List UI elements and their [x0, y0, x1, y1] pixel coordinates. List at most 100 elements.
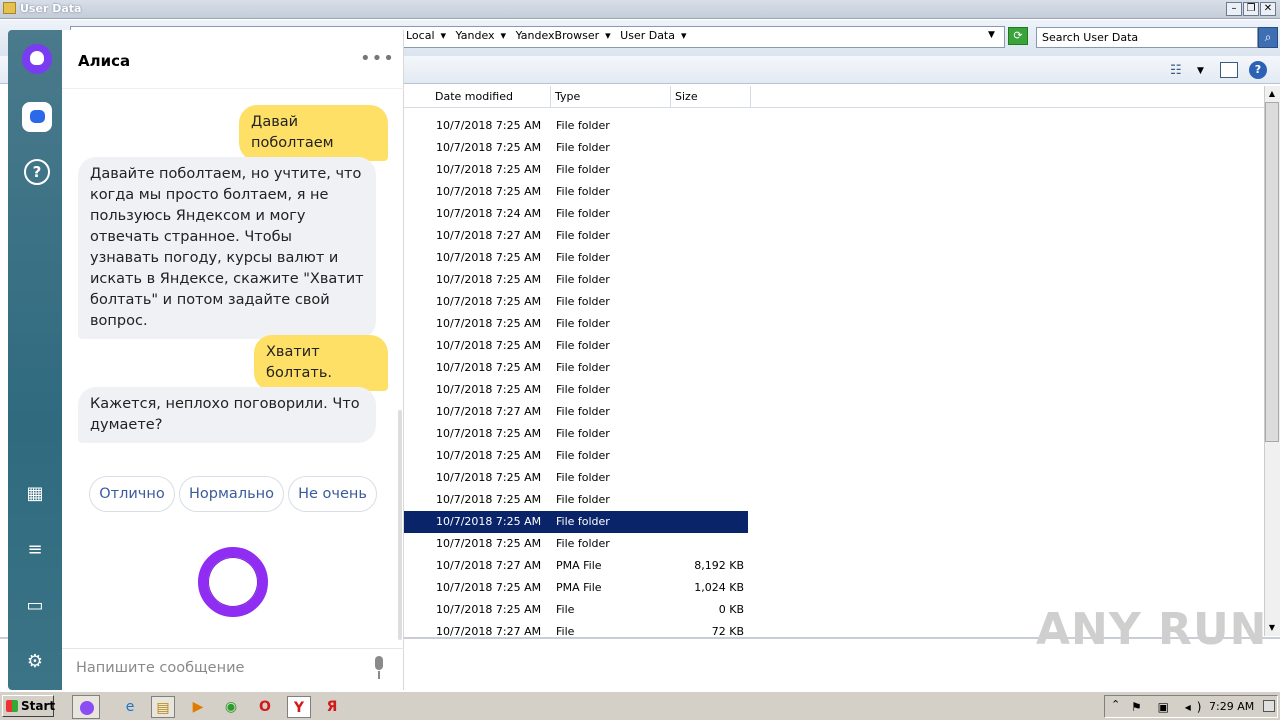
- table-row[interactable]: 10/7/2018 7:24 AM File folder: [404, 203, 748, 225]
- column-date-modified[interactable]: Date modified: [431, 86, 551, 108]
- help-icon[interactable]: ?: [1249, 61, 1267, 79]
- table-row[interactable]: 10/7/2018 7:25 AM File folder: [404, 247, 748, 269]
- cell-date: 10/7/2018 7:25 AM: [436, 251, 542, 264]
- restore-button[interactable]: ❐: [1243, 2, 1259, 16]
- table-row[interactable]: 10/7/2018 7:25 AM File folder: [404, 335, 748, 357]
- more-options-icon[interactable]: •••: [360, 48, 395, 69]
- help-circle-icon[interactable]: ?: [24, 159, 50, 185]
- media-player-icon[interactable]: ▶: [186, 696, 210, 718]
- start-button[interactable]: Start: [2, 695, 55, 717]
- suggestion-chip-not-good[interactable]: Не очень: [288, 476, 377, 512]
- opera-icon[interactable]: O: [253, 696, 277, 718]
- cell-date: 10/7/2018 7:25 AM: [436, 581, 542, 594]
- cell-type: File folder: [556, 119, 610, 132]
- column-size[interactable]: Size: [671, 86, 751, 108]
- yandex-icon[interactable]: Я: [320, 696, 344, 718]
- table-row[interactable]: 10/7/2018 7:27 AM File folder: [404, 225, 748, 247]
- preview-pane-icon[interactable]: [1220, 62, 1238, 78]
- user-message: Давай поболтаем: [239, 105, 388, 161]
- table-row[interactable]: 10/7/2018 7:25 AM File folder: [404, 159, 748, 181]
- ie-icon[interactable]: e: [118, 696, 142, 718]
- table-row[interactable]: 10/7/2018 7:25 AM File folder: [404, 423, 748, 445]
- table-row[interactable]: 10/7/2018 7:25 AM File folder: [404, 467, 748, 489]
- menu-icon[interactable]: ≡: [21, 536, 49, 564]
- clock: 7:29 AM: [1209, 700, 1255, 713]
- cell-type: PMA File: [556, 581, 602, 594]
- scrollbar-thumb[interactable]: [1265, 102, 1279, 442]
- table-row[interactable]: 10/7/2018 7:25 AM File folder: [404, 379, 748, 401]
- cell-date: 10/7/2018 7:25 AM: [436, 471, 542, 484]
- grid-icon[interactable]: ▦: [21, 480, 49, 508]
- show-desktop-icon[interactable]: [1263, 700, 1275, 712]
- table-row[interactable]: 10/7/2018 7:25 AM File folder: [404, 269, 748, 291]
- table-row[interactable]: 10/7/2018 7:25 AM File folder: [404, 115, 748, 137]
- alice-title: Алиса: [78, 52, 131, 70]
- cell-date: 10/7/2018 7:25 AM: [436, 427, 542, 440]
- crumb-yandexbrowser[interactable]: YandexBrowser: [516, 29, 600, 42]
- cell-type: File folder: [556, 251, 610, 264]
- explorer-taskbar-icon[interactable]: ▤: [151, 696, 175, 718]
- table-row[interactable]: 10/7/2018 7:25 AM File folder: [404, 137, 748, 159]
- table-row[interactable]: 10/7/2018 7:25 AM File folder: [404, 511, 748, 533]
- table-row[interactable]: 10/7/2018 7:25 AM File folder: [404, 445, 748, 467]
- crumb-user-data[interactable]: User Data: [620, 29, 675, 42]
- cell-date: 10/7/2018 7:25 AM: [436, 119, 542, 132]
- close-button[interactable]: ✕: [1260, 2, 1276, 16]
- suggestion-chip-ok[interactable]: Нормально: [179, 476, 284, 512]
- table-row[interactable]: 10/7/2018 7:27 AM PMA File 8,192 KB: [404, 555, 748, 577]
- cell-size: 1,024 KB: [694, 581, 744, 594]
- breadcrumb[interactable]: Local ▾ Yandex ▾ YandexBrowser ▾ User Data ▾: [406, 29, 693, 42]
- search-icon[interactable]: ⌕: [1258, 27, 1278, 48]
- view-options-icon[interactable]: ☷: [1170, 63, 1182, 78]
- view-dropdown-icon[interactable]: ▼: [1197, 66, 1204, 76]
- alice-message: Давайте поболтаем, но учтите, что когда …: [78, 157, 376, 339]
- table-row[interactable]: 10/7/2018 7:25 AM File folder: [404, 181, 748, 203]
- alice-message: Кажется, неплохо поговорили. Что думаете…: [78, 387, 376, 443]
- user-message: Хватит болтать.: [254, 335, 388, 391]
- scroll-up-icon[interactable]: ▲: [1265, 87, 1279, 101]
- table-row[interactable]: 10/7/2018 7:25 AM File folder: [404, 357, 748, 379]
- folder-icon[interactable]: ▭: [21, 592, 49, 620]
- message-input[interactable]: Напишите сообщение: [76, 660, 244, 676]
- chrome-icon[interactable]: ◉: [219, 696, 243, 718]
- table-row[interactable]: 10/7/2018 7:25 AM File folder: [404, 489, 748, 511]
- table-row[interactable]: 10/7/2018 7:25 AM PMA File 1,024 KB: [404, 577, 748, 599]
- crumb-local[interactable]: Local: [406, 29, 435, 42]
- yandex-browser-icon[interactable]: Y: [287, 696, 311, 718]
- minimize-button[interactable]: –: [1226, 2, 1242, 16]
- watermark: ANY RUN: [1036, 604, 1268, 655]
- cell-type: File folder: [556, 229, 610, 242]
- column-type[interactable]: Type: [551, 86, 671, 108]
- alice-logo-icon[interactable]: [22, 44, 52, 74]
- suggestion-chip-great[interactable]: Отлично: [89, 476, 175, 512]
- table-row[interactable]: 10/7/2018 7:25 AM File folder: [404, 313, 748, 335]
- table-row[interactable]: 10/7/2018 7:25 AM File 0 KB: [404, 599, 748, 621]
- explorer-titlebar: User Data – ❐ ✕: [0, 0, 1280, 19]
- window-title: User Data: [20, 2, 82, 15]
- cell-type: File folder: [556, 537, 610, 550]
- cell-date: 10/7/2018 7:27 AM: [436, 559, 542, 572]
- table-row[interactable]: 10/7/2018 7:25 AM File folder: [404, 533, 748, 555]
- cell-date: 10/7/2018 7:25 AM: [436, 383, 542, 396]
- system-tray: ⌃ ⚑ ▣ ◂) 7:29 AM: [1104, 695, 1278, 718]
- tray-icons[interactable]: ⚑ ▣ ◂): [1131, 700, 1207, 714]
- chat-scrollbar[interactable]: [398, 410, 402, 640]
- refresh-icon[interactable]: ⟳: [1008, 27, 1028, 45]
- search-input[interactable]: Search User Data: [1036, 27, 1258, 48]
- alice-voice-ring-icon[interactable]: [198, 547, 268, 617]
- divider: [62, 648, 404, 649]
- table-row[interactable]: 10/7/2018 7:27 AM File folder: [404, 401, 748, 423]
- alice-taskbar-icon[interactable]: [72, 695, 100, 719]
- chat-icon[interactable]: [22, 102, 52, 132]
- tray-expand-icon[interactable]: ⌃: [1111, 698, 1120, 711]
- cell-type: File folder: [556, 361, 610, 374]
- cell-size: 0 KB: [718, 603, 744, 616]
- microphone-icon[interactable]: [372, 656, 386, 680]
- settings-gear-icon[interactable]: ⚙: [21, 648, 49, 676]
- address-dropdown-icon[interactable]: ▼: [988, 30, 995, 40]
- table-row[interactable]: 10/7/2018 7:25 AM File folder: [404, 291, 748, 313]
- divider: [62, 88, 404, 89]
- cell-date: 10/7/2018 7:24 AM: [436, 207, 542, 220]
- cell-date: 10/7/2018 7:25 AM: [436, 493, 542, 506]
- crumb-yandex[interactable]: Yandex: [456, 29, 495, 42]
